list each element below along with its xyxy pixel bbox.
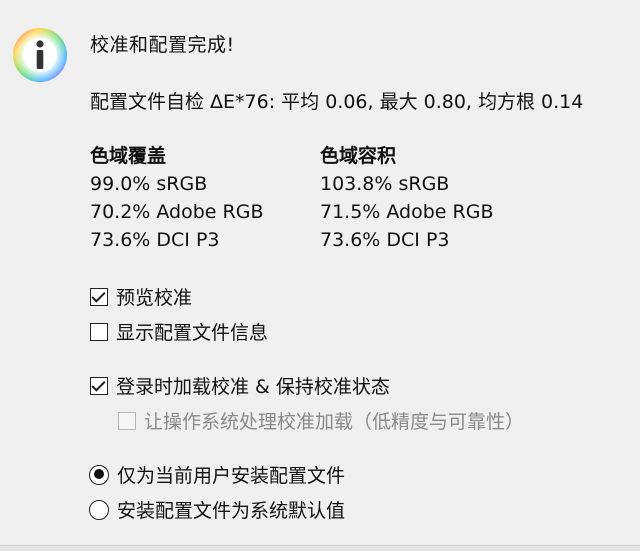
coverage-value: 70.2% Adobe RGB bbox=[90, 201, 264, 223]
gamut-coverage-section: 色域覆盖 99.0% sRGB 70.2% Adobe RGB 73.6% DC… bbox=[90, 142, 320, 254]
load-calibration-on-login-label: 登录时加载校准 & 保持校准状态 bbox=[116, 376, 390, 398]
preview-calibration-option[interactable]: 预览校准 bbox=[90, 283, 192, 310]
coverage-value: 99.0% sRGB bbox=[90, 173, 208, 195]
gamut-volume-heading: 色域容积 bbox=[320, 145, 397, 167]
load-calibration-on-login-option[interactable]: 登录时加载校准 & 保持校准状态 bbox=[90, 372, 390, 399]
info-icon bbox=[13, 28, 67, 82]
calibration-complete-dialog: 校准和配置完成! 配置文件自检 ΔE*76: 平均 0.06, 最大 0.80,… bbox=[0, 0, 640, 551]
load-calibration-on-login-checkbox[interactable] bbox=[90, 376, 108, 395]
install-current-user-label: 仅为当前用户安装配置文件 bbox=[117, 465, 346, 487]
install-system-default-label: 安装配置文件为系统默认值 bbox=[117, 500, 346, 522]
gamut-volume-section: 色域容积 103.8% sRGB 71.5% Adobe RGB 73.6% D… bbox=[320, 142, 550, 254]
dialog-button-bar bbox=[0, 545, 640, 551]
preview-calibration-checkbox[interactable] bbox=[90, 287, 108, 306]
volume-value: 103.8% sRGB bbox=[320, 173, 450, 195]
install-system-default-option[interactable]: 安装配置文件为系统默认值 bbox=[89, 496, 345, 523]
show-profile-info-label: 显示配置文件信息 bbox=[116, 322, 269, 344]
coverage-value: 73.6% DCI P3 bbox=[90, 229, 220, 251]
show-profile-info-checkbox[interactable] bbox=[90, 322, 108, 341]
volume-value: 73.6% DCI P3 bbox=[320, 229, 450, 251]
dialog-title: 校准和配置完成! bbox=[90, 34, 235, 56]
profile-self-check-summary: 配置文件自检 ΔE*76: 平均 0.06, 最大 0.80, 均方根 0.14 bbox=[90, 91, 584, 113]
install-system-default-radio[interactable] bbox=[89, 499, 109, 520]
volume-value: 71.5% Adobe RGB bbox=[320, 201, 494, 223]
install-current-user-radio[interactable] bbox=[89, 464, 109, 485]
install-current-user-option[interactable]: 仅为当前用户安装配置文件 bbox=[89, 461, 345, 488]
let-os-handle-calibration-label: 让操作系统处理校准加载（低精度与可靠性） bbox=[144, 411, 525, 433]
let-os-handle-calibration-option: 让操作系统处理校准加载（低精度与可靠性） bbox=[118, 407, 524, 434]
gamut-coverage-heading: 色域覆盖 bbox=[90, 145, 167, 167]
show-profile-info-option[interactable]: 显示配置文件信息 bbox=[90, 318, 268, 345]
preview-calibration-label: 预览校准 bbox=[116, 287, 193, 309]
let-os-handle-calibration-checkbox bbox=[118, 411, 136, 430]
